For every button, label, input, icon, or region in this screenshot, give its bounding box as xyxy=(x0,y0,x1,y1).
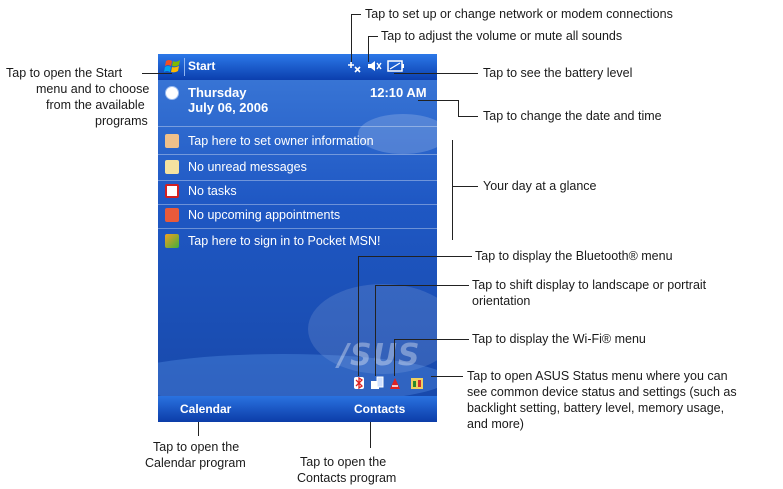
today-item-messages[interactable]: No unread messages xyxy=(158,160,437,178)
date-time-row[interactable]: Thursday July 06, 2006 12:10 AM xyxy=(158,82,437,118)
today-item-msn[interactable]: Tap here to sign in to Pocket MSN! xyxy=(158,234,437,252)
today-item-appointments[interactable]: No upcoming appointments xyxy=(158,208,437,226)
callout-line xyxy=(375,285,376,376)
callout-line xyxy=(370,422,371,448)
today-item-label: No unread messages xyxy=(188,160,307,174)
callout-line xyxy=(458,100,459,116)
callout-line xyxy=(418,100,458,101)
callout-line xyxy=(368,36,378,37)
callout-line xyxy=(368,36,369,62)
pocketpc-screen: Start Thursday July 06, 2006 12:10 AM Ta… xyxy=(158,54,437,422)
calendar-annotation-line1: Tap to open the xyxy=(153,440,240,454)
callout-line xyxy=(358,256,359,376)
start-annotation-line3: from the available xyxy=(46,98,145,112)
start-annotation-line1: Tap to open the Start xyxy=(6,66,123,80)
today-item-label: Tap here to set owner information xyxy=(188,134,374,148)
callout-line xyxy=(375,285,469,286)
orientation-annotation-line2: orientation xyxy=(472,294,531,308)
divider xyxy=(158,204,437,205)
date-label: July 06, 2006 xyxy=(188,100,269,115)
asus-annotation-line2: see common device status and settings (s… xyxy=(467,385,737,399)
start-annotation-line4: programs xyxy=(95,114,148,128)
tasks-icon xyxy=(165,184,179,198)
owner-icon xyxy=(165,134,179,148)
title-bar: Start xyxy=(158,54,437,80)
asus-annotation-line1: Tap to open ASUS Status menu where you c… xyxy=(467,369,728,383)
bluetooth-annotation: Tap to display the Bluetooth® menu xyxy=(475,249,673,263)
contacts-annotation-line2: Contacts program xyxy=(297,471,397,485)
callout-line xyxy=(358,256,472,257)
volume-annotation: Tap to adjust the volume or mute all sou… xyxy=(381,29,623,43)
volume-icon[interactable] xyxy=(367,59,383,76)
clock-icon xyxy=(165,86,179,100)
asus-watermark: /SUS xyxy=(338,338,421,373)
callout-line xyxy=(351,14,361,15)
datetime-annotation: Tap to change the date and time xyxy=(483,109,662,123)
callout-line xyxy=(431,376,463,377)
contacts-annotation-line1: Tap to open the xyxy=(300,455,387,469)
orientation-icon[interactable] xyxy=(370,376,384,390)
orientation-annotation-line1: Tap to shift display to landscape or por… xyxy=(472,278,707,292)
callout-line xyxy=(198,422,199,436)
asus-annotation-line4: and more) xyxy=(467,417,524,431)
callout-line xyxy=(452,186,478,187)
glance-annotation: Your day at a glance xyxy=(483,179,597,193)
time-label: 12:10 AM xyxy=(370,85,427,100)
wifi-icon[interactable] xyxy=(388,376,402,390)
softkey-bar: Calendar Contacts xyxy=(158,396,437,422)
title-separator xyxy=(184,58,185,76)
day-label: Thursday xyxy=(188,85,247,100)
asus-status-icon[interactable] xyxy=(410,376,424,390)
msn-icon xyxy=(165,234,179,248)
callout-line xyxy=(394,73,478,74)
divider xyxy=(158,228,437,229)
wifi-annotation: Tap to display the Wi-Fi® menu xyxy=(472,332,646,346)
network-annotation: Tap to set up or change network or modem… xyxy=(365,7,673,21)
messages-icon xyxy=(165,160,179,174)
today-item-label: No upcoming appointments xyxy=(188,208,341,222)
divider xyxy=(158,126,437,127)
callout-line xyxy=(394,339,469,340)
asus-annotation-line3: backlight setting, battery level, memory… xyxy=(467,401,725,415)
callout-line xyxy=(351,14,352,62)
callout-line xyxy=(452,140,453,240)
today-item-label: No tasks xyxy=(188,184,237,198)
callout-line xyxy=(394,339,395,376)
calendar-softkey[interactable]: Calendar xyxy=(180,402,231,416)
bluetooth-icon[interactable] xyxy=(352,376,366,390)
network-icon[interactable] xyxy=(346,59,362,76)
today-item-label: Tap here to sign in to Pocket MSN! xyxy=(188,234,381,248)
callout-line xyxy=(458,116,478,117)
calendar-annotation-line2: Calendar program xyxy=(145,456,246,470)
divider xyxy=(158,180,437,181)
contacts-softkey[interactable]: Contacts xyxy=(354,402,405,416)
callout-line xyxy=(142,73,172,74)
divider xyxy=(158,154,437,155)
battery-annotation: Tap to see the battery level xyxy=(483,66,633,80)
today-item-owner[interactable]: Tap here to set owner information xyxy=(158,134,437,152)
start-annotation-line2: menu and to choose xyxy=(36,82,150,96)
start-label[interactable]: Start xyxy=(188,59,215,73)
today-item-tasks[interactable]: No tasks xyxy=(158,184,437,202)
calendar-icon xyxy=(165,208,179,222)
